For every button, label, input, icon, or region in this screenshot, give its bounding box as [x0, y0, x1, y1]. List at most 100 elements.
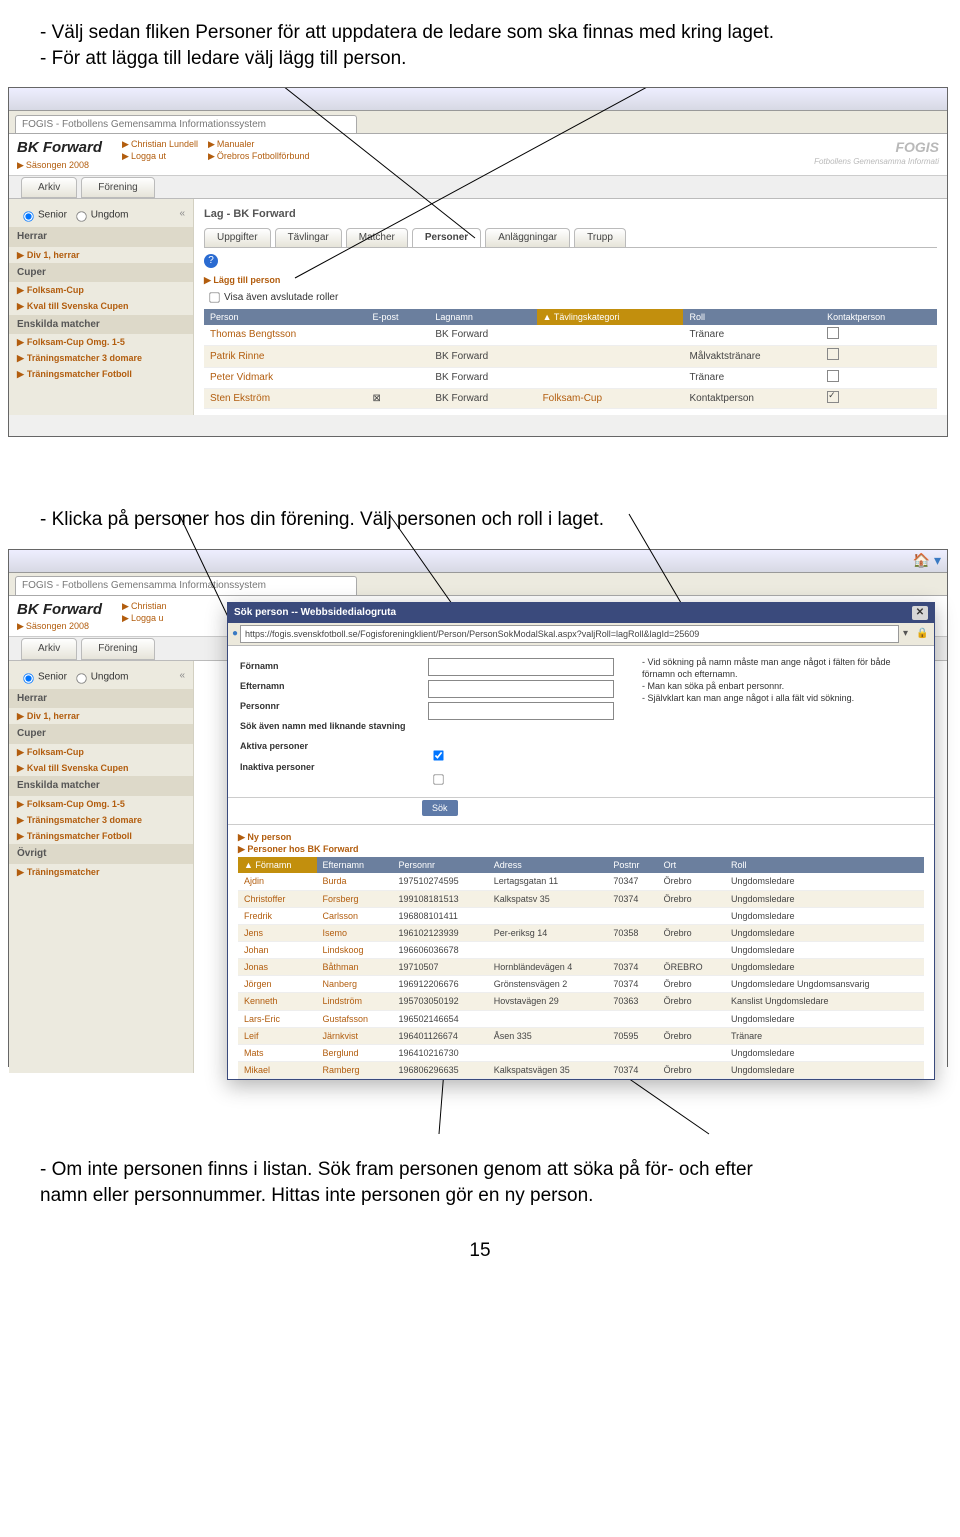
fogis-logo: FOGIS	[814, 138, 939, 157]
menu-arkiv[interactable]: Arkiv	[21, 638, 77, 660]
lock-icon: 🔒	[916, 627, 930, 641]
menu-forening[interactable]: Förening	[81, 638, 154, 660]
list-item[interactable]: KennethLindström195703050192Hovstavägen …	[238, 993, 924, 1010]
list-item[interactable]: JonasBåthman19710507Hornbländevägen 4703…	[238, 959, 924, 976]
link-ny-person[interactable]: Ny person	[247, 832, 291, 842]
instruction-1: - Välj sedan fliken Personer för att upp…	[40, 20, 920, 71]
side-tm[interactable]: Träningsmatcher	[27, 867, 100, 877]
radio-ungdom[interactable]	[76, 211, 86, 221]
link-add-person[interactable]: Lägg till person	[213, 275, 280, 285]
radio-senior[interactable]	[23, 211, 33, 221]
radio-senior-label: Senior	[38, 210, 67, 221]
side-div1[interactable]: Div 1, herrar	[27, 250, 80, 260]
chk-kontakt[interactable]	[827, 348, 839, 360]
table-row: Thomas BengtssonBK ForwardTränare	[204, 325, 937, 346]
menu-arkiv[interactable]: Arkiv	[21, 177, 77, 199]
list-item[interactable]: FredrikCarlsson196808101411Ungdomsledare	[238, 907, 924, 924]
list-item[interactable]: JohanLindskoog196606036678Ungdomsledare	[238, 942, 924, 959]
side-folksam[interactable]: Folksam-Cup	[27, 285, 84, 295]
help-icon[interactable]: ?	[204, 254, 218, 268]
menu-forening[interactable]: Förening	[81, 177, 154, 199]
col-pn[interactable]: Personnr	[393, 857, 488, 873]
screenshot-2: 🏠 ▾ FOGIS - Fotbollens Gemensamma Inform…	[8, 549, 948, 1067]
season-label[interactable]: Säsongen 2008	[26, 621, 89, 631]
label-pn: Personnr	[240, 696, 410, 716]
col-fn[interactable]: ▲ Förnamn	[238, 857, 317, 873]
browser-tab[interactable]: FOGIS - Fotbollens Gemensamma Informatio…	[15, 576, 357, 595]
radio-ungdom[interactable]	[76, 673, 86, 683]
side-kval[interactable]: Kval till Svenska Cupen	[27, 763, 129, 773]
sidebar: Senior Ungdom « Herrar ▶Div 1, herrar Cu…	[9, 199, 194, 415]
link-logout[interactable]: Logga ut	[131, 151, 166, 161]
tab-trupp[interactable]: Trupp	[574, 228, 626, 247]
ie-icon: ●	[232, 627, 238, 641]
col-ort[interactable]: Ort	[658, 857, 725, 873]
col-roll[interactable]: Roll	[683, 309, 821, 325]
instruction-4b-text: namn eller personnummer. Hittas inte per…	[40, 1183, 920, 1209]
chk-show-closed[interactable]	[209, 292, 219, 302]
link-logout[interactable]: Logga u	[131, 613, 164, 623]
close-icon[interactable]: ✕	[912, 606, 928, 620]
col-en[interactable]: Efternamn	[317, 857, 393, 873]
side-enskilda: Enskilda matcher	[9, 315, 193, 335]
input-fornamn[interactable]	[428, 658, 614, 676]
list-item[interactable]: LeifJärnkvist196401126674Åsen 33570595Ör…	[238, 1027, 924, 1044]
tab-anlaggningar[interactable]: Anläggningar	[485, 228, 570, 247]
side-kval[interactable]: Kval till Svenska Cupen	[27, 301, 129, 311]
side-folksam[interactable]: Folksam-Cup	[27, 747, 84, 757]
label-sok: Sök även namn med liknande stavning	[240, 716, 410, 736]
link-personer-hos[interactable]: Personer hos BK Forward	[247, 844, 358, 854]
side-div1[interactable]: Div 1, herrar	[27, 711, 80, 721]
tab-matcher[interactable]: Matcher	[346, 228, 408, 247]
link-user[interactable]: Christian Lundell	[131, 139, 198, 149]
list-item[interactable]: MatsBerglund196410216730Ungdomsledare	[238, 1044, 924, 1061]
dialog-titlebar: Sök person -- Webbsidedialogruta ✕	[228, 603, 934, 623]
side-tm3[interactable]: Träningsmatcher 3 domare	[27, 815, 142, 825]
list-item[interactable]: ChristofferForsberg199108181513Kalkspats…	[238, 890, 924, 907]
radio-senior[interactable]	[23, 673, 33, 683]
tab-uppgifter[interactable]: Uppgifter	[204, 228, 271, 247]
mail-icon[interactable]: ⊠	[372, 392, 380, 406]
list-item[interactable]: JörgenNanberg196912206676Grönstensvägen …	[238, 976, 924, 993]
col-lag[interactable]: Lagnamn	[429, 309, 536, 325]
col-person[interactable]: Person	[204, 309, 366, 325]
col-ad[interactable]: Adress	[488, 857, 608, 873]
col-roll[interactable]: Roll	[725, 857, 924, 873]
link-forbund[interactable]: Örebros Fotbollförbund	[217, 151, 310, 161]
chk-aktiva[interactable]	[433, 750, 443, 760]
link-manuals[interactable]: Manualer	[217, 139, 255, 149]
tab-tavlingar[interactable]: Tävlingar	[275, 228, 342, 247]
side-fco[interactable]: Folksam-Cup Omg. 1-5	[27, 799, 125, 809]
input-personnr[interactable]	[428, 702, 614, 720]
col-epost[interactable]: E-post	[366, 309, 429, 325]
input-efternamn[interactable]	[428, 680, 614, 698]
side-tmf[interactable]: Träningsmatcher Fotboll	[27, 831, 132, 841]
instruction-4a-text: - Om inte personen finns i listan. Sök f…	[40, 1157, 920, 1183]
note-2: - Man kan söka på enbart personnr.	[642, 680, 922, 692]
list-item[interactable]: MikaelRamberg196806296635Kalkspatsvägen …	[238, 1062, 924, 1079]
dialog-addressbar: ● https://fogis.svenskfotboll.se/Fogisfo…	[228, 623, 934, 646]
chk-kontakt[interactable]	[827, 370, 839, 382]
side-tmf[interactable]: Träningsmatcher Fotboll	[27, 369, 132, 379]
col-po[interactable]: Postnr	[607, 857, 657, 873]
chk-inaktiva[interactable]	[433, 775, 443, 785]
side-fco[interactable]: Folksam-Cup Omg. 1-5	[27, 337, 125, 347]
brand-name: BK Forward	[17, 138, 102, 158]
col-tav[interactable]: ▲ Tävlingskategori	[537, 309, 684, 325]
link-user[interactable]: Christian	[131, 601, 167, 611]
sok-button[interactable]: Sök	[422, 800, 458, 816]
side-tm3[interactable]: Träningsmatcher 3 domare	[27, 353, 142, 363]
tab-personer[interactable]: Personer	[412, 228, 481, 247]
season-label[interactable]: Säsongen 2008	[26, 160, 89, 170]
list-item[interactable]: JensIsemo196102123939Per-eriksg 1470358Ö…	[238, 924, 924, 941]
browser-tab[interactable]: FOGIS - Fotbollens Gemensamma Informatio…	[15, 115, 357, 134]
col-kontakt[interactable]: Kontaktperson	[821, 309, 937, 325]
chk-kontakt[interactable]	[827, 391, 839, 403]
list-item[interactable]: Lars-EricGustafsson196502146654Ungdomsle…	[238, 1010, 924, 1027]
dialog-url[interactable]: https://fogis.svenskfotboll.se/Fogisfore…	[240, 625, 899, 643]
chk-kontakt[interactable]	[827, 327, 839, 339]
list-item[interactable]: AjdinBurda197510274595Lertagsgatan 11703…	[238, 873, 924, 890]
chk-show-closed-label: Visa även avslutade roller	[224, 292, 338, 303]
note-1: - Vid sökning på namn måste man ange någ…	[642, 656, 922, 680]
instruction-2-text: - För att lägga till ledare välj lägg ti…	[40, 46, 920, 72]
